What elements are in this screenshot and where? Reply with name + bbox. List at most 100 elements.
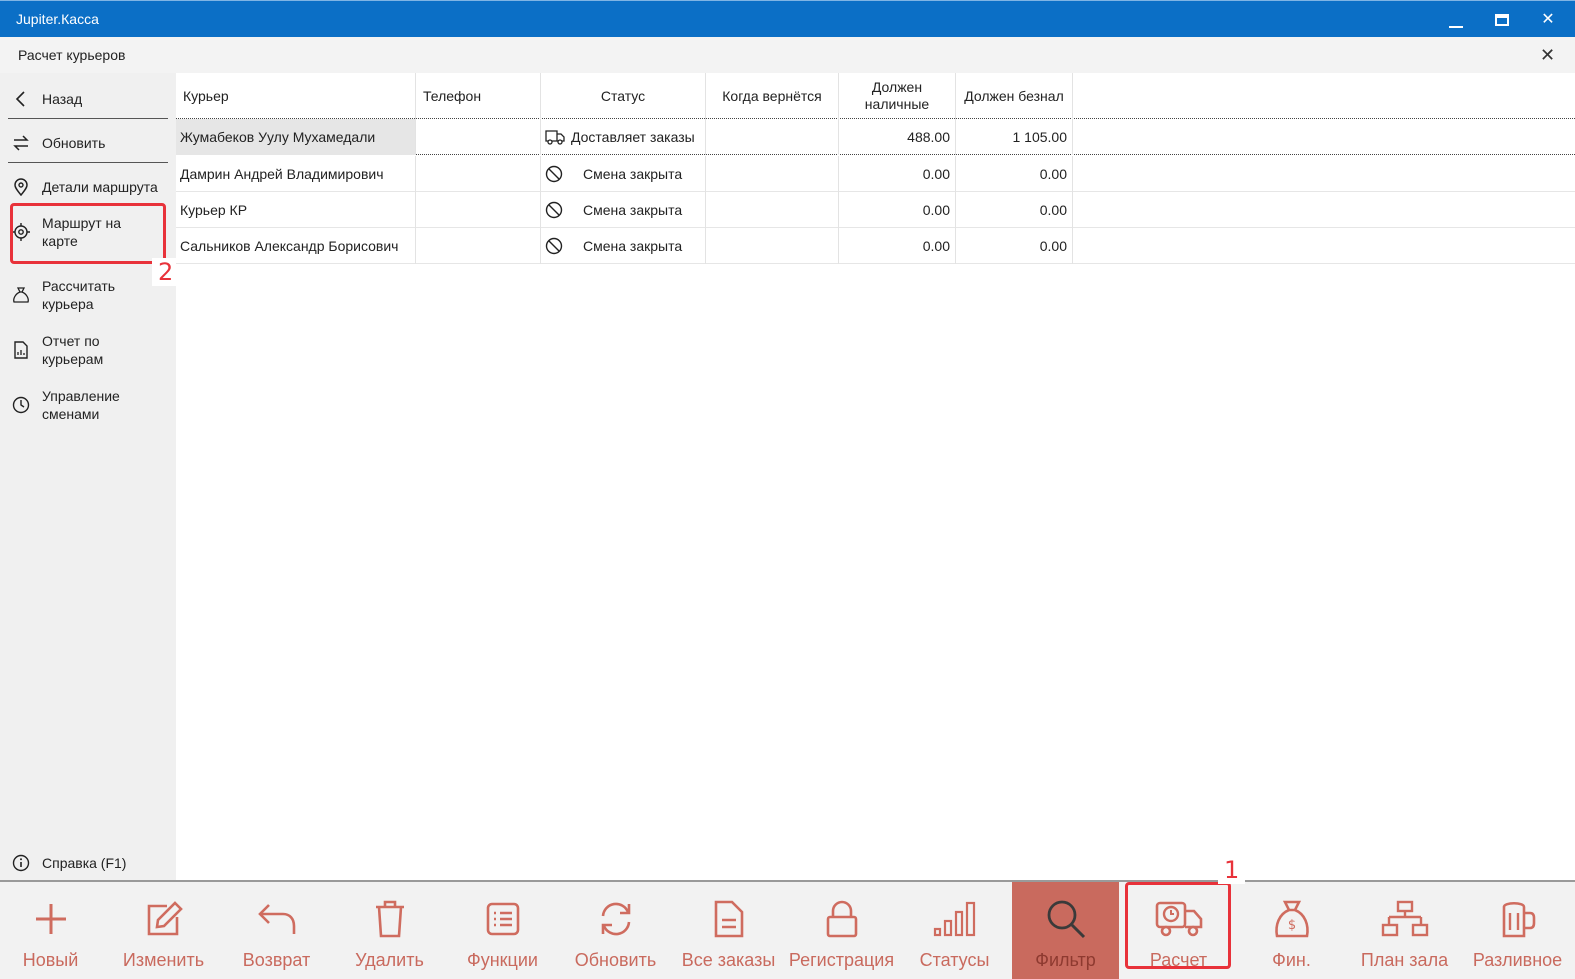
maximize-icon [1495,14,1509,26]
table-row[interactable]: Сальников Александр Борисович Смена закр… [176,228,1575,264]
floor-plan-icon [1381,882,1429,950]
cell-phone [416,192,541,228]
column-header-courier[interactable]: Курьер [176,73,416,119]
money-bag-icon [8,286,34,304]
undo-icon [257,882,297,950]
finance-button[interactable]: $ Фин. [1235,882,1348,979]
calculation-button[interactable]: Расчет [1122,882,1235,979]
sidebar-divider [8,162,168,163]
cell-owed-cash: 0.00 [839,156,956,192]
bar-chart-icon [933,882,977,950]
sidebar-item-back[interactable]: Назад [8,87,168,111]
status-text: Смена закрыта [583,166,683,182]
sidebar-item-label: Обновить [42,135,106,151]
list-icon [486,882,520,950]
status-text: Смена закрыта [583,202,683,218]
column-header-owed-cashless[interactable]: Должен безнал [956,73,1073,119]
cell-owed-cashless: 0.00 [956,192,1073,228]
cell-status: Смена закрыта [541,156,706,192]
cell-courier: Жумабеков Уулу Мухамедали [176,119,416,155]
bottom-toolbar: Новый Изменить Возврат Удалить Функции О… [0,880,1575,979]
draft-button[interactable]: Разливное [1461,882,1574,979]
toolbar-label: План зала [1360,950,1449,970]
svg-text:$: $ [1287,918,1295,933]
chevron-left-icon [8,91,34,107]
sidebar-item-shift-management[interactable]: Управление сменами [8,386,168,424]
help-button[interactable]: Справка (F1) [8,851,168,875]
column-header-return-time[interactable]: Когда вернётся [706,73,839,119]
minimize-button[interactable] [1443,7,1469,33]
minimize-icon [1449,26,1463,28]
toolbar-label: Изменить [122,950,205,970]
toolbar-label: Регистрация [788,950,895,970]
report-document-icon [8,341,34,359]
sidebar-divider [8,118,168,119]
toolbar-label: Новый [22,950,79,970]
status-text: Смена закрыта [583,238,683,254]
cell-status: Смена закрыта [541,228,706,264]
window-title: Jupiter.Касса [16,11,99,27]
blocked-circle-icon [545,165,567,183]
table-row[interactable]: Курьер КР Смена закрыта 0.00 0.00 [176,192,1575,228]
sidebar-item-calculate-courier[interactable]: Рассчитать курьера [8,276,168,314]
sidebar-item-route-details[interactable]: Детали маршрута [8,175,168,199]
column-header-phone[interactable]: Телефон [416,73,541,119]
cell-owed-cashless: 1 105.00 [956,119,1073,155]
window-close-button[interactable]: ✕ [1535,7,1561,33]
edit-icon [145,882,183,950]
cell-return-time [706,156,839,192]
sidebar-item-label: Назад [42,91,83,107]
status-text: Доставляет заказы [571,129,695,145]
sidebar-item-label: Рассчитать курьера [42,278,116,312]
page-header: Расчет курьеров ✕ [0,37,1575,73]
sidebar: Назад Обновить Детали маршрута Маршрут н… [0,73,180,880]
sidebar-item-label: Маршрут на карте [42,215,122,249]
new-button[interactable]: Новый [0,882,107,979]
toolbar-label: Статусы [919,950,990,970]
sidebar-item-courier-report[interactable]: Отчет по курьерам [8,331,168,369]
table-row[interactable]: Жумабеков Уулу Мухамедали Доставляет зак… [176,119,1575,155]
sidebar-item-label: Управление сменами [42,388,120,422]
refresh-button[interactable]: Обновить [559,882,672,979]
refresh-icon [597,882,635,950]
delivery-truck-icon [1155,882,1203,950]
delete-button[interactable]: Удалить [333,882,446,979]
couriers-table: Курьер Телефон Статус Когда вернётся Дол… [176,73,1575,880]
registration-button[interactable]: Регистрация [785,882,898,979]
table-header: Курьер Телефон Статус Когда вернётся Дол… [176,73,1575,119]
beer-mug-icon [1498,882,1538,950]
toolbar-label: Расчет [1149,950,1208,970]
blocked-circle-icon [545,201,567,219]
toolbar-label: Фин. [1272,950,1311,970]
all-orders-button[interactable]: Все заказы [672,882,785,979]
cell-status: Смена закрыта [541,192,706,228]
cell-owed-cash: 0.00 [839,192,956,228]
column-header-owed-cash[interactable]: Должен наличные [839,73,956,119]
plus-icon [34,882,68,950]
cell-phone [416,156,541,192]
delivery-truck-icon [545,129,567,145]
maximize-button[interactable] [1489,7,1515,33]
toolbar-label: Функции [467,950,538,970]
cell-owed-cash: 488.00 [839,119,956,155]
table-row[interactable]: Дамрин Андрей Владимирович Смена закрыта… [176,156,1575,192]
edit-button[interactable]: Изменить [107,882,220,979]
functions-button[interactable]: Функции [446,882,559,979]
cell-return-time [706,119,839,155]
statuses-button[interactable]: Статусы [898,882,1011,979]
column-header-status[interactable]: Статус [541,73,706,119]
sidebar-item-route-map[interactable]: Маршрут на карте [8,213,168,251]
money-bag-icon: $ [1272,882,1312,950]
cell-phone [416,119,541,155]
sidebar-item-label: Детали маршрута [42,179,158,195]
map-pin-icon [8,178,34,196]
cell-return-time [706,228,839,264]
return-button[interactable]: Возврат [220,882,333,979]
cell-courier: Сальников Александр Борисович [176,228,416,264]
close-page-icon[interactable]: ✕ [1540,45,1555,66]
sidebar-item-refresh[interactable]: Обновить [8,131,168,155]
cell-courier: Курьер КР [176,192,416,228]
floor-plan-button[interactable]: План зала [1348,882,1461,979]
document-icon [714,882,744,950]
filter-button[interactable]: Фильтр [1012,882,1119,979]
